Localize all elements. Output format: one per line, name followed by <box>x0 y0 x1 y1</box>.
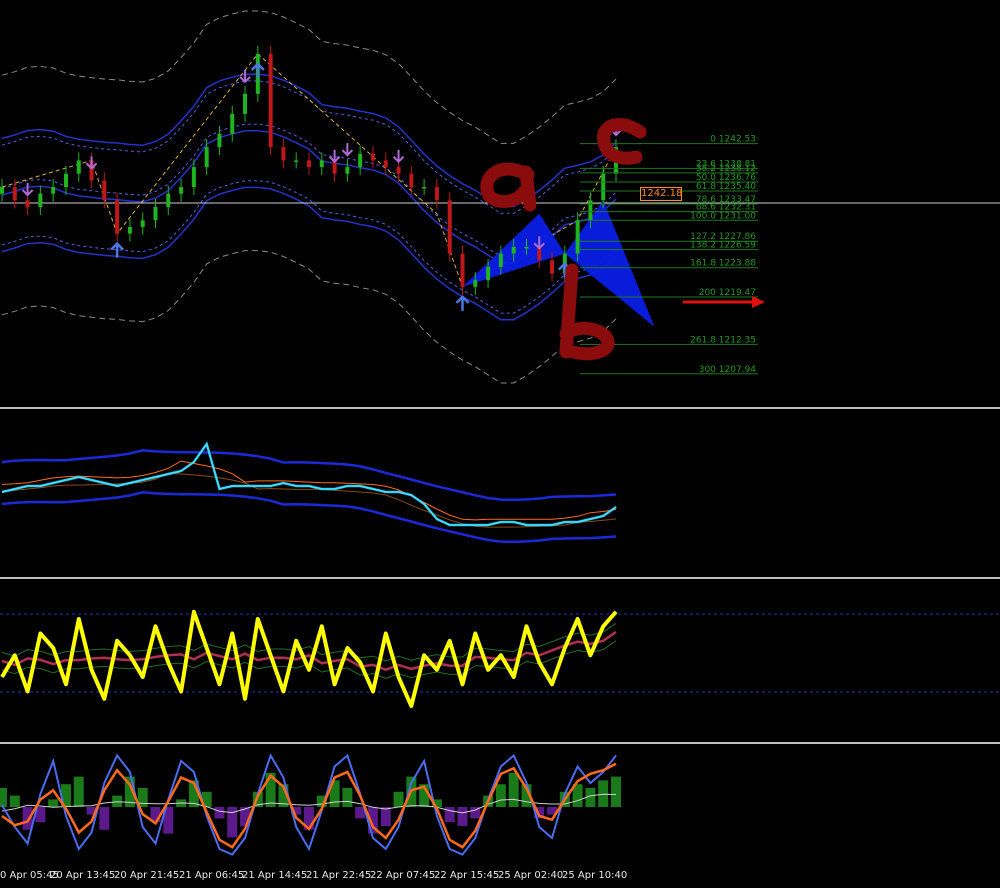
time-label: 25 Apr 02:40 <box>498 870 564 881</box>
candle-body <box>76 160 81 174</box>
fib-level-label: 161.8 1223.88 <box>690 259 756 269</box>
fractal-down-arrow <box>85 156 98 170</box>
candle-body <box>409 173 414 188</box>
histogram-bar <box>214 807 225 819</box>
candle-body <box>511 246 516 254</box>
candle-body <box>12 187 17 201</box>
candle-body <box>345 167 350 174</box>
histogram-bar <box>0 788 7 807</box>
letter-a-label: a <box>0 0 1 1</box>
candle-body <box>153 207 158 221</box>
fib-level-label: 0 1242.53 <box>710 135 756 145</box>
candle-body <box>422 187 427 189</box>
histogram-bar <box>99 807 110 830</box>
time-label: 20 Apr 13:45 <box>50 870 116 881</box>
histogram-bar <box>393 791 404 807</box>
time-label: 20 Apr 21:45 <box>114 870 180 881</box>
histogram-bar <box>598 780 609 807</box>
candle-body <box>204 147 209 168</box>
candle-body <box>127 226 132 234</box>
candle-body <box>243 93 248 114</box>
fib-level-label: 300 1207.94 <box>699 365 757 375</box>
candle-body <box>51 187 56 194</box>
pane-separator-3[interactable] <box>0 742 1000 744</box>
fib-level-label: 200 1219.47 <box>699 288 756 298</box>
histogram-bar <box>495 784 506 807</box>
indicator-pane-3[interactable] <box>0 753 621 856</box>
candle-body <box>396 167 401 174</box>
candle-body <box>434 187 439 201</box>
fib-level-label: 100.0 1231.00 <box>690 211 756 221</box>
band-line <box>1 449 617 502</box>
candle-body <box>486 266 491 281</box>
time-label: 25 Apr 10:40 <box>562 870 628 881</box>
candle-body <box>230 113 235 134</box>
time-label: 21 Apr 06:45 <box>179 870 245 881</box>
candle-body <box>191 167 196 188</box>
histogram-bar <box>457 807 468 826</box>
histogram-bar <box>380 807 391 826</box>
candle-body <box>601 173 606 201</box>
signal-line <box>1 460 617 521</box>
letter-b-label: b <box>0 0 1 1</box>
pane-separator-1[interactable] <box>0 407 1000 409</box>
time-label: 22 Apr 07:45 <box>370 870 436 881</box>
candle-body <box>115 200 120 234</box>
trading-chart[interactable]: 0 1242.5323.6 1238.8138.2 1238.1250.0 12… <box>0 0 1000 888</box>
indicator-pane-1[interactable] <box>1 441 617 544</box>
histogram-bar <box>611 776 621 807</box>
letter-a-mark <box>480 162 537 212</box>
candle-body <box>383 160 388 168</box>
candle-body <box>0 187 4 194</box>
fractal-down-arrow <box>239 69 251 84</box>
fib-level-label: 138.2 1226.59 <box>690 241 756 251</box>
candle-body <box>38 193 43 207</box>
time-label: 21 Apr 22:45 <box>306 870 372 881</box>
histogram-bar <box>48 799 59 807</box>
candle-body <box>102 180 107 201</box>
fib-level-label: 61.8 1235.40 <box>696 182 756 192</box>
candle-body <box>268 53 273 148</box>
time-label: 22 Apr 15:45 <box>434 870 500 881</box>
candle-body <box>370 153 375 161</box>
fractal-down-arrow <box>392 149 405 164</box>
candle-body <box>25 200 30 207</box>
pane-separator-2[interactable] <box>0 577 1000 579</box>
candle-body <box>294 160 299 162</box>
time-label: 21 Apr 14:45 <box>242 870 308 881</box>
candle-body <box>473 280 478 287</box>
candle-body <box>217 133 222 148</box>
candle-body <box>588 200 593 221</box>
candle-body <box>140 220 145 227</box>
histogram-bar <box>9 795 20 807</box>
candle-body <box>447 200 452 254</box>
fractal-down-arrow <box>341 143 354 157</box>
candle-body <box>575 220 580 254</box>
histogram-bar <box>508 772 519 807</box>
letter-c-mark <box>597 118 647 165</box>
candle-body <box>281 147 286 161</box>
candle-body <box>498 253 503 267</box>
candle-body <box>358 153 363 168</box>
fib-level-label: 261.8 1212.35 <box>690 335 756 345</box>
candle-body <box>550 260 555 274</box>
candle-body <box>460 253 465 287</box>
histogram-bar <box>342 788 353 807</box>
fractal-up-arrow <box>250 62 265 78</box>
candle-body <box>307 160 311 168</box>
envelope-band <box>1 10 617 144</box>
envelope-band <box>1 250 617 384</box>
indicator-pane-2[interactable] <box>0 609 1000 708</box>
candle-body <box>319 160 324 168</box>
candle-body <box>63 173 68 188</box>
histogram-bar <box>73 776 84 807</box>
candle-body <box>179 187 184 194</box>
letter-c-label: c <box>0 0 1 1</box>
candle-body <box>524 246 529 249</box>
current-price-label: 1242.18 <box>640 187 683 201</box>
candle-body <box>166 193 171 207</box>
